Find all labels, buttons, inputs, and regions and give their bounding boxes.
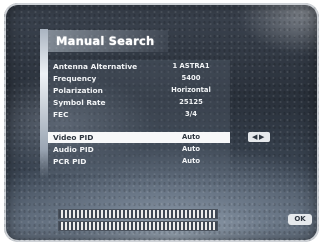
row-label: Symbol Rate <box>53 98 106 107</box>
row-pcr-pid[interactable]: PCR PID Auto <box>48 156 230 167</box>
ok-label: OK <box>294 215 306 223</box>
row-antenna-alternative[interactable]: Antenna Alternative 1 ASTRA1 <box>48 61 230 72</box>
row-label: Video PID <box>53 133 94 142</box>
row-value: Auto <box>181 133 201 141</box>
row-video-pid[interactable]: Video PID Auto <box>48 132 230 143</box>
row-value: Auto <box>181 157 201 165</box>
arrow-left-icon: ◀ <box>252 133 258 141</box>
left-right-arrows[interactable]: ◀ ▶ <box>248 132 270 142</box>
row-frequency[interactable]: Frequency 5400 <box>48 73 230 84</box>
row-label: Audio PID <box>53 145 94 154</box>
row-value: 25125 <box>179 98 203 106</box>
arrow-right-icon: ▶ <box>259 133 265 141</box>
ok-button[interactable]: OK <box>288 214 312 225</box>
row-symbol-rate[interactable]: Symbol Rate 25125 <box>48 97 230 108</box>
tv-screen: Manual Search Antenna Alternative 1 ASTR… <box>4 3 319 242</box>
signal-quality-meter <box>58 221 218 231</box>
menu-accent-bar <box>40 29 48 179</box>
row-label: Antenna Alternative <box>53 62 138 71</box>
row-label: Frequency <box>53 74 97 83</box>
row-fec[interactable]: FEC 3/4 <box>48 109 230 120</box>
row-polarization[interactable]: Polarization Horizontal <box>48 85 230 96</box>
row-label: Polarization <box>53 86 103 95</box>
page-title: Manual Search <box>56 34 155 48</box>
row-value: 3/4 <box>185 110 197 118</box>
row-label: FEC <box>53 110 69 119</box>
row-value: Auto <box>181 145 201 153</box>
row-label: PCR PID <box>53 157 87 166</box>
row-audio-pid[interactable]: Audio PID Auto <box>48 144 230 155</box>
row-value: 1 ASTRA1 <box>172 62 210 70</box>
signal-level-meter <box>58 209 218 219</box>
row-value: 5400 <box>181 74 201 82</box>
row-value: Horizontal <box>171 86 211 94</box>
